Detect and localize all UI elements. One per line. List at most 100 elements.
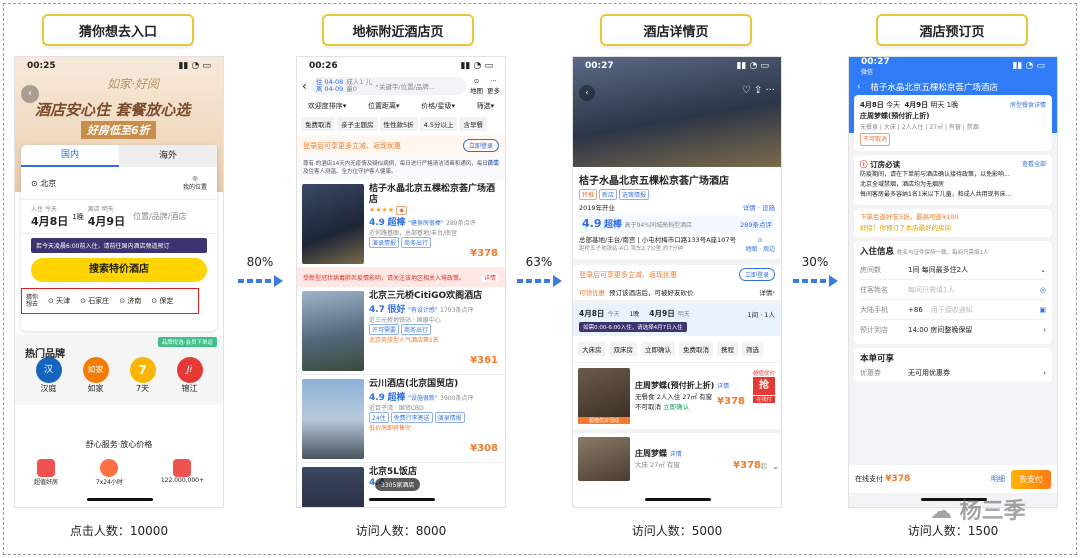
more-icon: ··· xyxy=(490,77,497,85)
discount-link[interactable]: 详情 xyxy=(759,287,772,297)
filter-more[interactable]: 筛选▾ xyxy=(477,101,495,111)
address-book-icon[interactable]: ▣ xyxy=(1039,306,1046,314)
rooms-value: 1间 每间最多住2人 xyxy=(908,265,969,274)
brand-hanting[interactable]: 汉汉庭 xyxy=(35,357,62,407)
room-name: 庄周梦蝶(预付折上折) xyxy=(860,112,930,120)
more-icon[interactable]: ··· xyxy=(765,85,775,96)
keyword-input[interactable]: 位置/品牌/酒店 xyxy=(133,211,186,222)
hotel-reviews: 289条点评 xyxy=(446,220,476,227)
phone-code[interactable]: +86 xyxy=(908,306,923,314)
conversion-rate: 80% xyxy=(246,255,274,269)
chip-breakfast[interactable]: 含早餐 xyxy=(459,117,487,131)
room-card-2[interactable]: 庄周梦蝶 详情 大床 27㎡ 有窗 ¥378起 ⌄ xyxy=(573,433,781,485)
map-button[interactable]: ⊙ 地图 · 周边 xyxy=(745,237,775,253)
my-location-button[interactable]: ◎ 我的位置 xyxy=(183,175,207,191)
price-detail-link[interactable]: 明细 xyxy=(991,474,1005,484)
service-item: 超值好房 xyxy=(34,459,58,486)
back-icon[interactable]: ‹ xyxy=(857,82,860,92)
room-image: 超值优价活动 xyxy=(578,368,630,424)
login-button[interactable]: 立即登录 xyxy=(462,139,499,152)
discount-card: 本单可享 优惠券 无可用优惠券 › xyxy=(854,348,1052,382)
book-button[interactable]: 超值优价 抢 在线付 xyxy=(752,369,775,403)
contact-picker-icon[interactable]: ◎ xyxy=(1040,286,1046,294)
hotel-card-1[interactable]: 桔子水晶北京五棵松京荟广场酒店 ★★★★ ◆ 4.9 超棒 "健身房很棒" 28… xyxy=(297,180,505,268)
chip-king-bed[interactable]: 大床房 xyxy=(578,342,606,356)
room-spec: 有窗 xyxy=(948,124,961,131)
filter-label: 欢迎度排序 xyxy=(307,102,343,110)
chip-instant-confirm[interactable]: 立即确认 xyxy=(641,342,675,356)
chip-rating[interactable]: 4.5分以上 xyxy=(419,117,458,131)
safety-prefix: 尊有 xyxy=(303,161,315,167)
guess-item-shijiazhuang[interactable]: ⊙ 石家庄 xyxy=(80,296,109,306)
alert-detail-link[interactable]: 详情 xyxy=(480,273,499,282)
filter-label: 筛选 xyxy=(476,102,491,110)
coupon-selector[interactable]: 优惠券 无可用优惠券 › xyxy=(860,368,1046,378)
more-button[interactable]: ··· 更多 xyxy=(487,77,500,95)
chip-filter[interactable]: 筛选 xyxy=(742,342,763,356)
room-type-link[interactable]: 房型餐食详情 xyxy=(1010,100,1046,111)
checkout-date[interactable]: 离店 明天 4月9日 xyxy=(88,204,125,229)
brand-7days[interactable]: 7 7天 xyxy=(129,357,156,407)
service-title: 舒心服务·放心价格 xyxy=(85,440,153,449)
rule-item: 北京全域禁烟，酒店均为无烟房 xyxy=(860,181,945,188)
login-button[interactable]: 立即登录 xyxy=(738,268,775,281)
guess-item-jinan[interactable]: ⊙ 济南 xyxy=(119,296,141,306)
view-all-link[interactable]: 查看全部 xyxy=(1022,160,1046,170)
map-button[interactable]: ⊙ 地图 xyxy=(470,77,483,95)
facility-link[interactable]: 详情 · 设施 xyxy=(743,202,775,212)
checkin-date[interactable]: 入住 今天 4月8日 xyxy=(31,204,68,229)
hotel-price: ¥361 xyxy=(470,355,498,366)
favorite-icon[interactable]: ♡ xyxy=(742,85,751,96)
back-icon[interactable]: ‹ xyxy=(302,79,307,93)
room-price: ¥378 xyxy=(717,396,745,407)
chip-family[interactable]: 亲子主题房 xyxy=(337,117,378,131)
pay-online-label: 在线付 xyxy=(752,396,775,403)
guess-item-tianjin[interactable]: ⊙ 天津 xyxy=(48,296,70,306)
hotel-location: 近百子湾 · 国贸CBD xyxy=(369,405,424,412)
guess-item-baoding[interactable]: ⊙ 保定 xyxy=(151,296,173,306)
hotel-card-2[interactable]: 北京三元桥CitiGO欢阁酒店 4.7 很好 "有设计感" 1793条点评 近三… xyxy=(297,287,505,375)
room-card-1[interactable]: 超值优价活动 庄周梦蝶(预付折上折) 详情 无餐食 2人入住 27㎡ 有窗 不可… xyxy=(573,363,781,433)
chip-ctrip[interactable]: 携程 xyxy=(717,342,738,356)
home-indicator xyxy=(645,498,711,501)
hotel-card-3[interactable]: 云川酒店(北京国贸店) 4.9 超棒 "设施很新" 3900条点评 近百子湾 ·… xyxy=(297,375,505,463)
date-selector[interactable]: 4月8日 今天 1晚 4月9日 明天 1间 · 1人 如需0:00-6:00入住，请… xyxy=(573,304,781,336)
room-detail-link[interactable]: 详情 xyxy=(717,383,729,390)
stage-title-4: 酒店预订页 xyxy=(876,14,1028,46)
coupon-value: 无可用优惠券 xyxy=(908,369,950,377)
my-location-label: 我的位置 xyxy=(182,184,207,191)
brand-jinjiang[interactable]: Ji 锦江 xyxy=(176,357,203,407)
back-icon[interactable]: ‹ xyxy=(579,85,595,101)
chip-free-cancel[interactable]: 免费取消 xyxy=(301,117,335,131)
tab-domestic[interactable]: 国内 xyxy=(21,145,119,167)
room-detail-link[interactable]: 详情 xyxy=(670,451,682,458)
chip-free-cancel[interactable]: 免费取消 xyxy=(679,342,713,356)
hotel-score-word: 超棒 xyxy=(604,220,623,230)
hotel-location: 近何路基图，总部基地/丰台/南宫 xyxy=(369,230,458,237)
phone-input[interactable]: 用于接收通知 xyxy=(931,305,1040,315)
reviews-link[interactable]: 289条点评 xyxy=(740,219,772,229)
back-to-wechat[interactable]: 微信 xyxy=(861,67,890,76)
location-text: 北京 xyxy=(40,178,57,188)
expand-icon[interactable]: ⌄ xyxy=(772,462,779,471)
chip-discount[interactable]: 性性款5折 xyxy=(379,117,418,131)
search-button[interactable]: 搜索特价酒店 xyxy=(31,258,207,282)
search-bar[interactable]: 住 04-08 离 04-09 成人1 儿童0 ⌕ 关键字/位置/品牌... xyxy=(310,77,466,95)
filter-price[interactable]: 价格/星级▾ xyxy=(421,101,455,111)
filter-sort[interactable]: 欢迎度排序▾ xyxy=(308,101,347,111)
rooms-selector[interactable]: 房间数 1间 每间最多住2人 ⌄ xyxy=(860,260,1046,280)
guest-name-input[interactable]: 每间只需填1人 xyxy=(908,285,1040,295)
tab-overseas[interactable]: 海外 xyxy=(119,145,217,167)
brand-rujia[interactable]: 如家 如家 xyxy=(82,357,109,407)
chip-twin-bed[interactable]: 双床房 xyxy=(609,342,637,356)
room-price: ¥378起 xyxy=(733,460,767,471)
pay-button[interactable]: 去支付 xyxy=(1011,469,1051,489)
safety-detail-link[interactable]: 详情 xyxy=(487,160,499,168)
filter-location[interactable]: 位置距离▾ xyxy=(368,101,400,111)
location-field[interactable]: ⊙ 北京 xyxy=(31,178,56,189)
chevron-down-icon: ⌄ xyxy=(1040,265,1046,274)
status-icons: ▮▮ ◔ ▭ xyxy=(736,61,769,71)
share-icon[interactable]: ⇪ xyxy=(754,85,762,96)
cancel-policy-tag: 不可取消 xyxy=(860,133,891,146)
arrival-time-selector[interactable]: 预计到店 14:00 房间整晚保留 › xyxy=(860,320,1046,340)
